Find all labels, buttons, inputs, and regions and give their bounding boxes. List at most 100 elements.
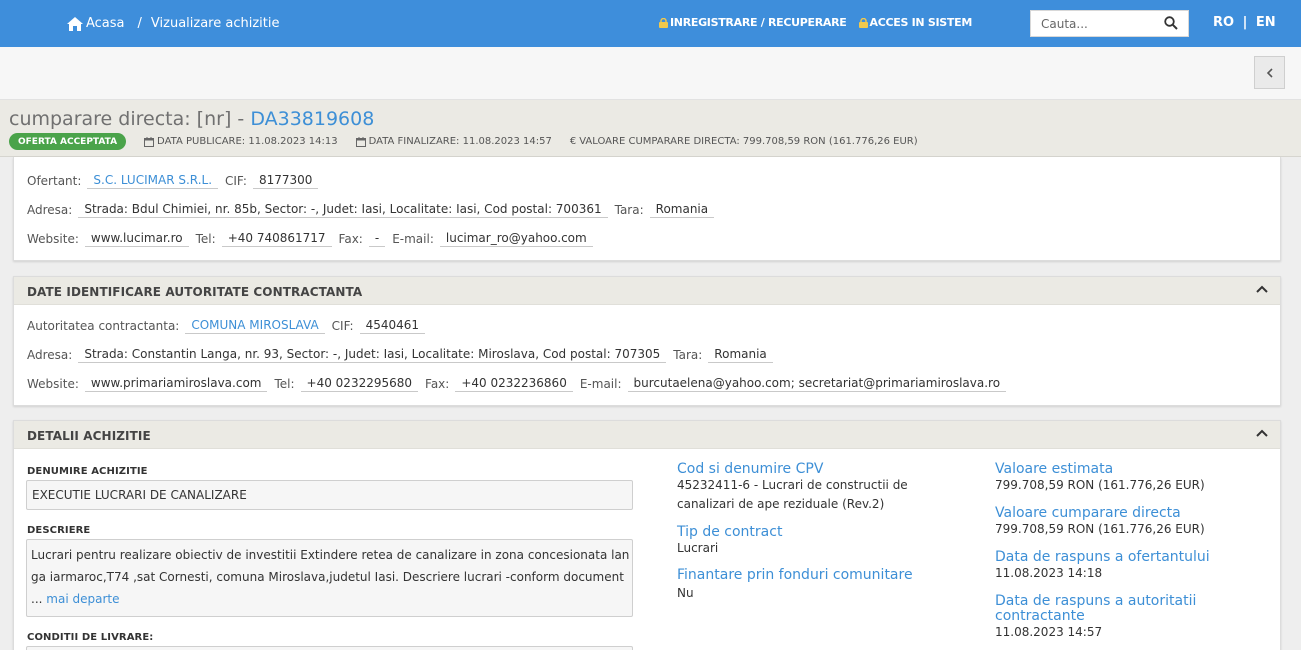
description-field: Lucrari pentru realizare obiectiv de inv… — [26, 539, 633, 617]
cpv-label: Cod si denumire CPV — [677, 461, 824, 477]
authority-tel-label: Tel: — [274, 377, 295, 391]
bidder-row-2: Adresa: Strada: Bdul Chimiei, nr. 85b, S… — [27, 202, 721, 218]
authority-panel: DATE IDENTIFICARE AUTORITATE CONTRACTANT… — [13, 276, 1281, 406]
authority-email: burcutaelena@yahoo.com; secretariat@prim… — [627, 376, 1007, 392]
meta-row: OFERTA ACCEPTATA DATA PUBLICARE: 11.08.2… — [9, 133, 936, 150]
search-box — [1030, 10, 1189, 37]
finalize-date: DATA FINALIZARE: 11.08.2023 14:57 — [355, 136, 552, 147]
authority-row-1: Autoritatea contractanta: COMUNA MIROSLA… — [27, 318, 432, 334]
delivery-conditions-label: CONDITII DE LIVRARE: — [27, 632, 154, 643]
search-icon[interactable] — [1164, 16, 1178, 30]
authority-cif-label: CIF: — [331, 319, 354, 333]
breadcrumb-separator: / — [137, 16, 142, 31]
bidder-label: Ofertant: — [27, 174, 82, 188]
calendar-icon — [355, 136, 366, 147]
procurement-name-label: DENUMIRE ACHIZITIE — [27, 466, 148, 477]
bidder-cif-label: CIF: — [225, 174, 247, 188]
eu-funding-label: Finantare prin fonduri comunitare — [677, 567, 913, 583]
bidder-website-label: Website: — [27, 232, 79, 246]
bidder-response-date: 11.08.2023 14:18 — [995, 566, 1103, 580]
bidder-row-3: Website: www.lucimar.ro Tel: +40 7408617… — [27, 231, 600, 247]
bidder-tel-label: Tel: — [195, 232, 216, 246]
chevron-up-icon[interactable] — [1256, 429, 1268, 437]
breadcrumb-current: Vizualizare achizitie — [150, 16, 280, 31]
authority-row-3: Website: www.primariamiroslava.com Tel: … — [27, 376, 1013, 392]
bidder-website: www.lucimar.ro — [84, 231, 189, 247]
authority-panel-header[interactable]: DATE IDENTIFICARE AUTORITATE CONTRACTANT… — [14, 277, 1280, 305]
bidder-row-1: Ofertant: S.C. LUCIMAR S.R.L. CIF: 81773… — [27, 173, 325, 189]
bidder-country-label: Tara: — [614, 203, 644, 217]
authority-row-2: Adresa: Strada: Constantin Langa, nr. 93… — [27, 347, 780, 363]
read-more-link[interactable]: mai departe — [46, 592, 119, 606]
page-title: cumparare directa: [nr] - DA33819608 — [9, 108, 374, 130]
bidder-address-label: Adresa: — [27, 203, 73, 217]
bidder-country: Romania — [649, 202, 715, 218]
lang-ro-link[interactable]: RO — [1213, 15, 1234, 30]
lock-icon — [858, 17, 868, 28]
search-input[interactable] — [1031, 11, 1151, 36]
lang-en-link[interactable]: EN — [1256, 15, 1276, 30]
authority-address: Strada: Constantin Langa, nr. 93, Sector… — [78, 347, 667, 363]
authority-website-label: Website: — [27, 377, 79, 391]
login-link[interactable]: ACCES IN SISTEM — [858, 16, 972, 29]
home-icon — [67, 16, 83, 31]
details-panel: DETALII ACHIZITIE DENUMIRE ACHIZITIE EXE… — [13, 420, 1281, 650]
authority-tel: +40 0232295680 — [300, 376, 419, 392]
finalize-date-text: DATA FINALIZARE: 11.08.2023 14:57 — [368, 136, 552, 147]
authority-section-title: DATE IDENTIFICARE AUTORITATE CONTRACTANT… — [27, 285, 363, 299]
estimated-value-label: Valoare estimata — [995, 461, 1114, 477]
lang-separator: | — [1242, 15, 1248, 30]
register-label: INREGISTRARE / RECUPERARE — [670, 16, 847, 29]
publish-date: DATA PUBLICARE: 11.08.2023 14:13 — [144, 136, 338, 147]
account-links: INREGISTRARE / RECUPERARE ACCES IN SISTE… — [659, 16, 984, 29]
details-panel-header[interactable]: DETALII ACHIZITIE — [14, 421, 1280, 449]
bidder-name-link[interactable]: S.C. LUCIMAR S.R.L. — [87, 173, 219, 189]
authority-country-label: Tara: — [673, 348, 703, 362]
authority-response-label-1: Data de raspuns a autoritatii — [995, 593, 1197, 609]
direct-purchase-value-text: VALOARE CUMPARARE DIRECTA: 799.708,59 RO… — [579, 136, 918, 147]
details-section-title: DETALII ACHIZITIE — [27, 429, 151, 443]
chevron-up-icon[interactable] — [1256, 285, 1268, 293]
bidder-panel: Ofertant: S.C. LUCIMAR S.R.L. CIF: 81773… — [13, 157, 1281, 261]
eu-funding: Nu — [677, 586, 694, 600]
bidder-tel: +40 740861717 — [221, 231, 332, 247]
breadcrumb-home-link[interactable]: Acasa — [67, 16, 125, 31]
bidder-address: Strada: Bdul Chimiei, nr. 85b, Sector: -… — [78, 202, 608, 218]
status-badge: OFERTA ACCEPTATA — [9, 133, 127, 150]
description-line-1: Lucrari pentru realizare obiectiv de inv… — [31, 548, 630, 562]
register-link[interactable]: INREGISTRARE / RECUPERARE — [659, 16, 847, 29]
authority-cif: 4540461 — [359, 318, 426, 334]
authority-address-label: Adresa: — [27, 348, 73, 362]
title-prefix: cumparare directa: [nr] - — [9, 108, 245, 130]
description-ellipsis: ... — [31, 592, 43, 606]
direct-value-label: Valoare cumparare directa — [995, 505, 1181, 521]
bidder-fax-label: Fax: — [338, 232, 363, 246]
authority-fax: +40 0232236860 — [455, 376, 573, 392]
bidder-cif: 8177300 — [252, 173, 319, 189]
description-line-3: ... mai departe — [31, 588, 628, 610]
description-label: DESCRIERE — [27, 525, 91, 536]
authority-name-link[interactable]: COMUNA MIROSLAVA — [185, 318, 325, 334]
procurement-code: DA33819608 — [250, 108, 375, 130]
cpv-line-1: 45232411-6 - Lucrari de constructii de — [677, 478, 908, 492]
chevron-left-icon — [1266, 67, 1273, 78]
procurement-name: EXECUTIE LUCRARI DE CANALIZARE — [32, 488, 247, 502]
authority-email-label: E-mail: — [579, 377, 622, 391]
breadcrumb-home-label: Acasa — [86, 16, 125, 31]
contract-type-label: Tip de contract — [677, 524, 783, 540]
publish-date-text: DATA PUBLICARE: 11.08.2023 14:13 — [157, 136, 338, 147]
contract-type: Lucrari — [677, 541, 719, 555]
collapse-sidebar-button[interactable] — [1254, 56, 1285, 89]
bidder-response-label: Data de raspuns a ofertantului — [995, 549, 1210, 565]
language-switcher: RO | EN — [1213, 15, 1276, 30]
bidder-email: lucimar_ro@yahoo.com — [439, 231, 593, 247]
calendar-icon — [144, 136, 155, 147]
direct-purchase-value: € VALOARE CUMPARARE DIRECTA: 799.708,59 … — [570, 136, 918, 147]
estimated-value: 799.708,59 RON (161.776,26 EUR) — [995, 478, 1205, 492]
direct-value: 799.708,59 RON (161.776,26 EUR) — [995, 522, 1205, 536]
authority-country: Romania — [708, 347, 773, 363]
description-line-2: ga iarmaroc,T74 ,sat Cornesti, comuna Mi… — [31, 570, 624, 584]
authority-name-label: Autoritatea contractanta: — [27, 319, 180, 333]
bidder-fax: - — [368, 231, 386, 247]
toolbar-strip — [0, 47, 1301, 100]
